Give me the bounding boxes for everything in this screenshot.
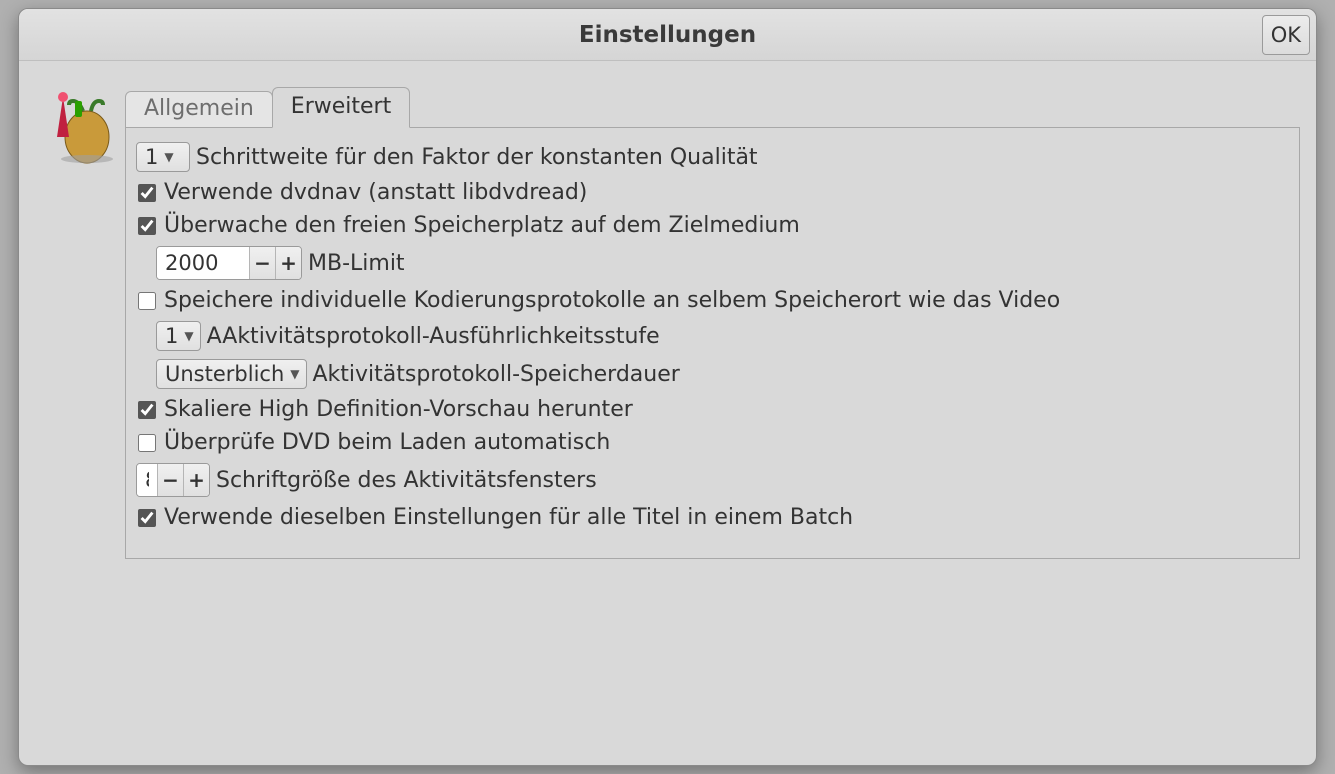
mb-limit-label: MB-Limit: [308, 251, 405, 276]
save-logs-label: Speichere individuelle Kodierungsprotoko…: [164, 288, 1060, 313]
log-retention-dropdown[interactable]: Unsterblich ▼: [156, 359, 307, 389]
log-retention-value: Unsterblich: [165, 362, 284, 386]
row-log-retention: Unsterblich ▼ Aktivitätsprotokoll-Speich…: [156, 359, 1289, 389]
row-font-size: − + Schriftgröße des Aktivitätsfensters: [136, 463, 1289, 497]
chevron-down-icon: ▼: [164, 150, 173, 164]
check-dvd-checkbox[interactable]: [138, 434, 156, 452]
mb-limit-plus-button[interactable]: +: [275, 247, 301, 279]
monitor-space-label: Überwache den freien Speicherplatz auf d…: [164, 213, 800, 238]
ok-button[interactable]: OK: [1262, 15, 1310, 55]
window-body: Allgemein Erweitert 1 ▼ Schrittweite für…: [19, 61, 1316, 765]
font-size-minus-button[interactable]: −: [157, 464, 183, 496]
quality-step-value: 1: [145, 145, 158, 169]
font-size-input[interactable]: [137, 464, 157, 496]
mb-limit-input[interactable]: [157, 247, 249, 279]
font-size-spinner: − +: [136, 463, 210, 497]
row-check-dvd: Überprüfe DVD beim Laden automatisch: [136, 430, 1289, 455]
row-dvdnav: Verwende dvdnav (anstatt libdvdread): [136, 180, 1289, 205]
log-verbosity-dropdown[interactable]: 1 ▼: [156, 321, 201, 351]
quality-step-label: Schrittweite für den Faktor der konstant…: [196, 145, 758, 170]
row-save-logs: Speichere individuelle Kodierungsprotoko…: [136, 288, 1289, 313]
scale-hd-checkbox[interactable]: [138, 401, 156, 419]
tabs-container: Allgemein Erweitert 1 ▼ Schrittweite für…: [125, 87, 1300, 559]
chevron-down-icon: ▼: [290, 367, 299, 381]
row-same-settings-batch: Verwende dieselben Einstellungen für all…: [136, 505, 1289, 530]
log-verbosity-label: AAktivitätsprotokoll-Ausführlichkeitsstu…: [207, 324, 660, 349]
row-mb-limit: − + MB-Limit: [156, 246, 1289, 280]
tab-strip: Allgemein Erweitert: [125, 87, 1300, 128]
row-log-verbosity: 1 ▼ AAktivitätsprotokoll-Ausführlichkeit…: [156, 321, 1289, 351]
row-scale-hd: Skaliere High Definition-Vorschau herunt…: [136, 397, 1289, 422]
handbrake-icon: [39, 87, 119, 167]
row-quality-step: 1 ▼ Schrittweite für den Faktor der kons…: [136, 142, 1289, 172]
tab-advanced[interactable]: Erweitert: [272, 87, 410, 128]
row-monitor-space: Überwache den freien Speicherplatz auf d…: [136, 213, 1289, 238]
window-title: Einstellungen: [19, 22, 1316, 48]
preferences-window: Einstellungen OK Allgemein Erweitert: [18, 8, 1317, 766]
log-verbosity-value: 1: [165, 324, 178, 348]
dvdnav-checkbox[interactable]: [138, 184, 156, 202]
save-logs-checkbox[interactable]: [138, 292, 156, 310]
same-settings-batch-checkbox[interactable]: [138, 509, 156, 527]
log-retention-label: Aktivitätsprotokoll-Speicherdauer: [313, 362, 680, 387]
font-size-label: Schriftgröße des Aktivitätsfensters: [216, 468, 597, 493]
same-settings-batch-label: Verwende dieselben Einstellungen für all…: [164, 505, 853, 530]
scale-hd-label: Skaliere High Definition-Vorschau herunt…: [164, 397, 633, 422]
font-size-plus-button[interactable]: +: [183, 464, 209, 496]
tab-panel-advanced: 1 ▼ Schrittweite für den Faktor der kons…: [125, 127, 1300, 559]
tab-general[interactable]: Allgemein: [125, 91, 273, 128]
chevron-down-icon: ▼: [184, 329, 193, 343]
check-dvd-label: Überprüfe DVD beim Laden automatisch: [164, 430, 610, 455]
mb-limit-minus-button[interactable]: −: [249, 247, 275, 279]
quality-step-dropdown[interactable]: 1 ▼: [136, 142, 190, 172]
titlebar: Einstellungen OK: [19, 9, 1316, 61]
dvdnav-label: Verwende dvdnav (anstatt libdvdread): [164, 180, 587, 205]
monitor-space-checkbox[interactable]: [138, 217, 156, 235]
mb-limit-spinner: − +: [156, 246, 302, 280]
